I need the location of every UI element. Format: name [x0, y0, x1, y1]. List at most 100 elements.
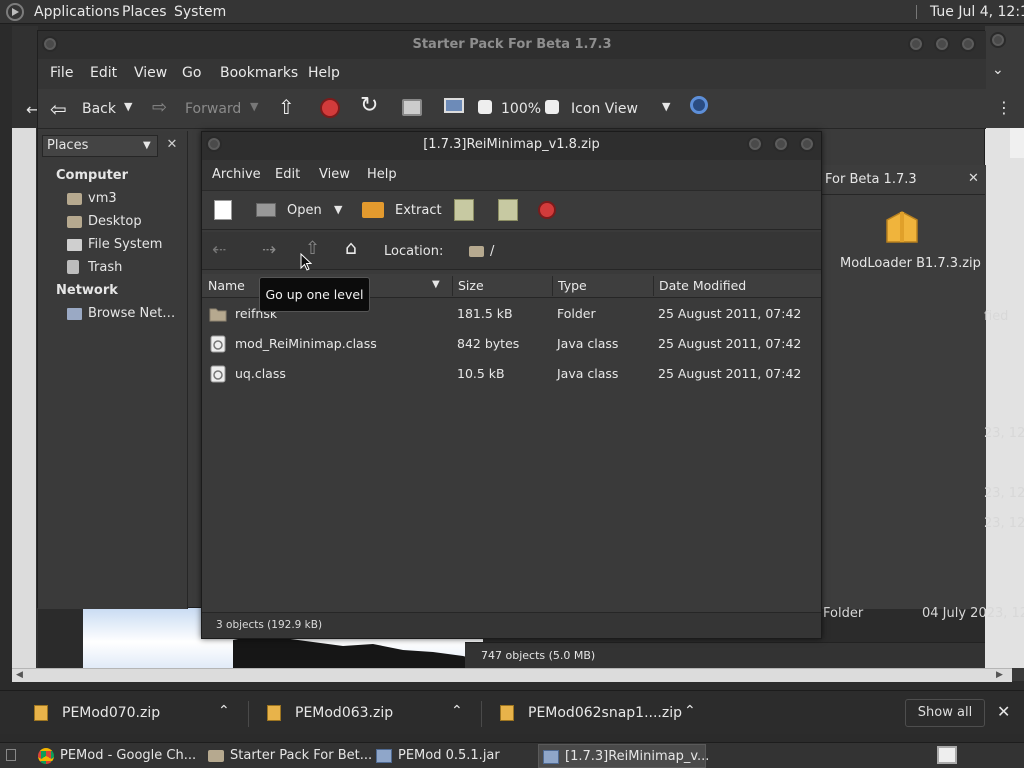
taskbar-item-file-browser[interactable]: Starter Pack For Bet... [204, 744, 372, 768]
row-size: 10.5 kB [457, 366, 505, 381]
close-button[interactable] [960, 36, 976, 52]
sidebar-item-browse-network[interactable]: Browse Net… [88, 306, 175, 321]
view-mode-dropdown-icon[interactable]: ▼ [662, 100, 670, 113]
archive-file-icon[interactable] [885, 210, 919, 246]
location-path[interactable]: / [490, 244, 494, 259]
close-pane-icon[interactable]: ✕ [968, 171, 979, 186]
chevron-down-icon[interactable]: ⌄ [992, 62, 1004, 78]
more-options-icon[interactable]: ⋮ [996, 98, 1012, 117]
table-row[interactable]: uq.class 10.5 kB Java class 25 August 20… [202, 359, 821, 389]
minimize-button[interactable] [990, 32, 1006, 48]
download-item[interactable]: PEMod070.zip ⌃ [0, 691, 248, 735]
row-date: 04 July 2023, 12:12 [922, 606, 1024, 621]
close-sidebar-icon[interactable]: ✕ [162, 135, 182, 157]
chevron-up-icon[interactable]: ⌃ [451, 703, 463, 719]
maximize-button[interactable] [773, 136, 789, 152]
download-item[interactable]: PEMod063.zip ⌃ [249, 691, 481, 735]
home-icon[interactable]: ⌂ [345, 237, 357, 259]
menu-file[interactable]: File [50, 65, 73, 81]
menu-archive[interactable]: Archive [212, 167, 261, 182]
distro-logo-icon[interactable] [6, 3, 24, 21]
minimize-button[interactable] [747, 136, 763, 152]
menu-edit[interactable]: Edit [275, 167, 300, 182]
chevron-up-icon[interactable]: ⌃ [684, 703, 696, 719]
back-history-dropdown-icon[interactable]: ▼ [124, 100, 132, 113]
minimize-button[interactable] [908, 36, 924, 52]
workspace-switcher-icon[interactable] [937, 746, 957, 764]
places-menu[interactable]: Places [122, 4, 167, 20]
extract-button[interactable]: Extract [395, 203, 442, 218]
system-menu[interactable]: System [174, 4, 226, 20]
window-menu-button[interactable] [42, 36, 58, 52]
close-button[interactable] [799, 136, 815, 152]
maximize-button[interactable] [934, 36, 950, 52]
sidebar-selector[interactable]: Places ▼ [42, 135, 158, 157]
date-fragment: 23, 12:1 [984, 486, 1024, 501]
window-menu-button[interactable] [206, 136, 222, 152]
forward-button[interactable]: Forward [185, 101, 241, 117]
taskbar-item-archive[interactable]: [1.7.3]ReiMinimap_v... [538, 744, 709, 768]
open-dropdown-icon[interactable]: ▼ [334, 203, 342, 216]
sidebar-item-trash[interactable]: Trash [88, 260, 122, 275]
menu-go[interactable]: Go [182, 65, 201, 81]
back-button[interactable]: Back [82, 101, 116, 117]
view-mode-select[interactable]: Icon View [571, 101, 638, 117]
extract-icon[interactable] [362, 202, 384, 218]
close-icon[interactable]: ✕ [997, 702, 1010, 721]
forward-history-dropdown-icon[interactable]: ▼ [250, 100, 258, 113]
chevron-up-icon[interactable]: ⌃ [218, 703, 230, 719]
add-files-icon[interactable] [454, 199, 474, 221]
add-folder-icon[interactable] [498, 199, 518, 221]
row-type: Java class [557, 366, 619, 381]
menu-edit[interactable]: Edit [90, 65, 117, 81]
applications-menu[interactable]: Applications [34, 4, 120, 20]
column-date-modified[interactable]: Date Modified [659, 278, 746, 293]
open-icon[interactable] [256, 203, 276, 217]
sidebar-item-vm3[interactable]: vm3 [88, 191, 117, 206]
zoom-out-icon[interactable] [478, 100, 492, 114]
show-all-button[interactable]: Show all [905, 699, 985, 727]
show-desktop-icon[interactable] [6, 749, 16, 761]
stop-icon[interactable] [320, 98, 340, 118]
sidebar-item-desktop[interactable]: Desktop [88, 214, 142, 229]
stop-icon[interactable] [538, 201, 556, 219]
column-type[interactable]: Type [558, 278, 587, 293]
row-date: 25 August 2011, 07:42 [658, 306, 802, 321]
forward-icon[interactable]: ⇢ [262, 240, 276, 260]
scroll-left-icon[interactable]: ◀ [16, 670, 23, 680]
back-icon[interactable]: ⇦ [50, 97, 67, 121]
taskbar-item-chrome[interactable]: PEMod - Google Ch... [34, 744, 202, 768]
reload-icon[interactable]: ↻ [360, 93, 378, 118]
computer-icon[interactable] [444, 98, 464, 113]
clock[interactable]: Tue Jul 4, 12:12 [930, 4, 1024, 20]
background-window-content [12, 128, 36, 668]
scroll-right-icon[interactable]: ▶ [996, 670, 1003, 680]
open-button[interactable]: Open [287, 203, 322, 218]
sort-indicator-icon[interactable]: ▼ [432, 279, 440, 290]
file-label[interactable]: ModLoader B1.7.3.zip [840, 256, 981, 271]
horizontal-scrollbar[interactable]: ◀ ▶ [12, 668, 1012, 682]
menu-help[interactable]: Help [367, 167, 397, 182]
new-archive-icon[interactable] [214, 200, 232, 220]
zoom-in-icon[interactable] [545, 100, 559, 114]
up-icon[interactable]: ⇧ [278, 95, 295, 119]
search-icon[interactable] [690, 96, 708, 114]
pane-tab[interactable]: For Beta 1.7.3 ✕ [820, 165, 985, 195]
forward-icon[interactable]: ⇨ [152, 97, 167, 118]
sidebar-item-file-system[interactable]: File System [88, 237, 162, 252]
download-filename: PEMod063.zip [295, 705, 394, 721]
taskbar-item-label: Starter Pack For Bet... [230, 748, 373, 763]
menu-view[interactable]: View [319, 167, 350, 182]
column-size[interactable]: Size [458, 278, 484, 293]
column-name[interactable]: Name [208, 278, 245, 293]
menu-help[interactable]: Help [308, 65, 340, 81]
home-folder-icon[interactable] [402, 99, 422, 116]
zoom-level[interactable]: 100% [501, 101, 541, 117]
menu-bookmarks[interactable]: Bookmarks [220, 65, 298, 81]
toolbar: ⇦ Back ▼ ⇨ Forward ▼ ⇧ ↻ 100% Icon View … [38, 89, 986, 129]
menu-view[interactable]: View [134, 65, 167, 81]
back-icon[interactable]: ⇠ [212, 240, 226, 260]
table-row[interactable]: mod_ReiMinimap.class 842 bytes Java clas… [202, 329, 821, 359]
download-item[interactable]: PEMod062snap1....zip ⌃ [482, 691, 712, 735]
taskbar-item-jar[interactable]: PEMod 0.5.1.jar [372, 744, 538, 768]
